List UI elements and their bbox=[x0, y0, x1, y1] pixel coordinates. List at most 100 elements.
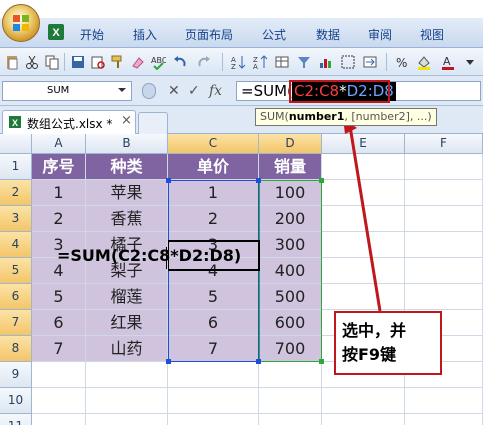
data-cell[interactable]: 6 bbox=[32, 310, 86, 336]
data-cell[interactable]: 5 bbox=[168, 284, 259, 310]
empty-cell[interactable] bbox=[322, 206, 405, 232]
tab-home[interactable]: 开始 bbox=[80, 26, 104, 43]
range-handle[interactable] bbox=[256, 359, 261, 364]
redo-icon[interactable] bbox=[196, 54, 212, 70]
range-handle[interactable] bbox=[319, 359, 324, 364]
column-header-f[interactable]: F bbox=[405, 134, 483, 154]
undo-icon[interactable] bbox=[172, 54, 188, 70]
spell-check-icon[interactable]: ABC bbox=[150, 54, 166, 70]
data-cell[interactable]: 100 bbox=[259, 180, 322, 206]
data-cell[interactable]: 红果 bbox=[86, 310, 168, 336]
empty-cell[interactable] bbox=[32, 362, 86, 388]
empty-cell[interactable] bbox=[405, 388, 483, 414]
close-icon[interactable]: × bbox=[121, 113, 132, 128]
empty-cell[interactable] bbox=[86, 362, 168, 388]
copy-icon[interactable] bbox=[44, 54, 60, 70]
data-cell[interactable]: 山药 bbox=[86, 336, 168, 362]
header-cell[interactable]: 序号 bbox=[32, 154, 86, 180]
row-header-7[interactable]: 7 bbox=[0, 310, 32, 336]
column-header-e[interactable]: E bbox=[322, 134, 405, 154]
range-handle[interactable] bbox=[256, 178, 261, 183]
format-painter-icon[interactable] bbox=[110, 54, 126, 70]
tab-formulas[interactable]: 公式 bbox=[262, 26, 286, 43]
empty-cell[interactable] bbox=[322, 414, 405, 425]
merge-icon[interactable] bbox=[362, 54, 378, 70]
print-preview-icon[interactable] bbox=[90, 54, 106, 70]
customize-toolbar-icon[interactable] bbox=[462, 54, 478, 70]
data-cell[interactable]: 300 bbox=[259, 232, 322, 258]
tab-insert[interactable]: 插入 bbox=[133, 26, 157, 43]
empty-cell[interactable] bbox=[32, 414, 86, 425]
worksheet-grid[interactable]: A B C D E F 1 序号 种类 单价 销量 2 1 苹果 1 100 3 2 香蕉 2 200 4 3 橘子 3 300 5… bbox=[0, 134, 483, 425]
tab-data[interactable]: 数据 bbox=[316, 26, 340, 43]
data-cell[interactable]: 6 bbox=[168, 310, 259, 336]
data-cell[interactable]: 1 bbox=[32, 180, 86, 206]
paste-icon[interactable] bbox=[4, 54, 20, 70]
column-header-c[interactable]: C bbox=[168, 134, 259, 154]
tooltip-arg1[interactable]: number1 bbox=[289, 110, 345, 123]
empty-cell[interactable] bbox=[405, 258, 483, 284]
data-cell[interactable]: 600 bbox=[259, 310, 322, 336]
cut-icon[interactable] bbox=[24, 54, 40, 70]
data-cell[interactable]: 2 bbox=[168, 206, 259, 232]
empty-cell[interactable] bbox=[322, 284, 405, 310]
column-header-a[interactable]: A bbox=[32, 134, 86, 154]
empty-cell[interactable] bbox=[322, 232, 405, 258]
row-header-1[interactable]: 1 bbox=[0, 154, 32, 180]
clear-icon[interactable] bbox=[130, 54, 146, 70]
empty-cell[interactable] bbox=[168, 414, 259, 425]
excel-icon[interactable]: X bbox=[47, 23, 65, 41]
filter-icon[interactable] bbox=[296, 54, 312, 70]
empty-cell[interactable] bbox=[405, 284, 483, 310]
formula-bar-handle-icon[interactable] bbox=[142, 83, 156, 99]
new-tab-button[interactable] bbox=[138, 112, 168, 134]
row-header-2[interactable]: 2 bbox=[0, 180, 32, 206]
tab-review[interactable]: 审阅 bbox=[368, 26, 392, 43]
data-cell[interactable]: 7 bbox=[32, 336, 86, 362]
data-cell[interactable]: 500 bbox=[259, 284, 322, 310]
empty-cell[interactable] bbox=[322, 180, 405, 206]
column-header-b[interactable]: B bbox=[86, 134, 168, 154]
row-header-4[interactable]: 4 bbox=[0, 232, 32, 258]
data-cell[interactable]: 香蕉 bbox=[86, 206, 168, 232]
empty-cell[interactable] bbox=[259, 388, 322, 414]
table-icon[interactable] bbox=[274, 54, 290, 70]
empty-cell[interactable] bbox=[86, 414, 168, 425]
row-header-11[interactable]: 11 bbox=[0, 414, 32, 425]
row-header-10[interactable]: 10 bbox=[0, 388, 32, 414]
empty-cell[interactable] bbox=[405, 414, 483, 425]
data-cell[interactable]: 榴莲 bbox=[86, 284, 168, 310]
empty-cell[interactable] bbox=[405, 180, 483, 206]
empty-cell[interactable] bbox=[322, 154, 405, 180]
data-cell[interactable]: 2 bbox=[32, 206, 86, 232]
tab-page-layout[interactable]: 页面布局 bbox=[185, 26, 233, 43]
data-cell[interactable]: 200 bbox=[259, 206, 322, 232]
empty-cell[interactable] bbox=[168, 388, 259, 414]
data-cell[interactable]: 7 bbox=[168, 336, 259, 362]
fill-color-icon[interactable] bbox=[416, 54, 432, 70]
header-cell[interactable]: 种类 bbox=[86, 154, 168, 180]
empty-cell[interactable] bbox=[405, 154, 483, 180]
data-cell[interactable]: 400 bbox=[259, 258, 322, 284]
empty-cell[interactable] bbox=[168, 362, 259, 388]
cancel-icon[interactable]: ✕ bbox=[168, 82, 180, 100]
empty-cell[interactable] bbox=[32, 388, 86, 414]
empty-cell[interactable] bbox=[405, 206, 483, 232]
data-cell[interactable]: 700 bbox=[259, 336, 322, 362]
row-header-9[interactable]: 9 bbox=[0, 362, 32, 388]
name-box-dropdown-icon[interactable] bbox=[118, 88, 126, 92]
range-handle[interactable] bbox=[166, 178, 171, 183]
insert-function-icon[interactable]: fx bbox=[209, 82, 222, 100]
tab-view[interactable]: 视图 bbox=[420, 26, 444, 43]
name-box[interactable]: SUM bbox=[2, 81, 132, 101]
percent-icon[interactable]: % bbox=[394, 54, 410, 70]
empty-cell[interactable] bbox=[322, 388, 405, 414]
data-cell[interactable]: 1 bbox=[168, 180, 259, 206]
data-cell[interactable]: 5 bbox=[32, 284, 86, 310]
sort-descending-icon[interactable]: ZA bbox=[252, 54, 268, 70]
office-button[interactable] bbox=[2, 4, 40, 42]
header-cell[interactable]: 销量 bbox=[259, 154, 322, 180]
header-cell[interactable]: 单价 bbox=[168, 154, 259, 180]
row-header-3[interactable]: 3 bbox=[0, 206, 32, 232]
font-color-icon[interactable]: A bbox=[440, 54, 456, 70]
